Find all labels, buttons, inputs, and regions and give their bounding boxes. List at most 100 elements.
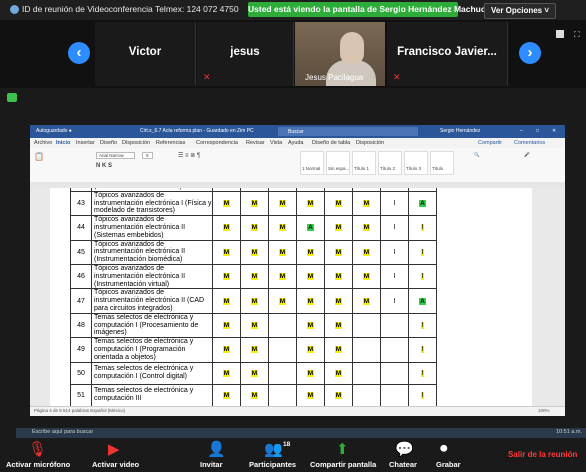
table-row: 51 Temas selectos de electrónica y comput… bbox=[70, 383, 437, 406]
style-titulo[interactable]: Título bbox=[430, 151, 454, 175]
rating-cell: M bbox=[352, 215, 381, 241]
rating-cell: M bbox=[212, 190, 241, 217]
share-screen-button[interactable]: Compartir pantalla bbox=[310, 460, 376, 469]
style-titulo-2[interactable]: Título 2 bbox=[378, 151, 402, 175]
style-normal[interactable]: 1 Normal bbox=[300, 151, 324, 175]
participant-tile[interactable]: Victor bbox=[95, 22, 196, 86]
rating-mark: I bbox=[393, 199, 396, 207]
word-window: Autoguardado ● Cirt.x_6.7 Acta reforma p… bbox=[30, 125, 565, 416]
leave-meeting-button[interactable]: Salir de la reunión bbox=[508, 450, 577, 459]
rating-cell: M bbox=[296, 190, 325, 217]
participant-tile[interactable]: Francisco Javier... ✕ bbox=[387, 22, 508, 86]
word-title-bar: Autoguardado ● Cirt.x_6.7 Acta reforma p… bbox=[30, 125, 565, 138]
rating-mark: M bbox=[334, 321, 343, 329]
style-titulo-1[interactable]: Título 1 bbox=[352, 151, 376, 175]
rating-cell: M bbox=[352, 263, 381, 290]
rating-cell: I bbox=[408, 361, 437, 385]
rating-cell: M bbox=[212, 337, 241, 363]
mic-muted-icon[interactable]: 🎙 bbox=[28, 440, 47, 458]
tab-disposicion-tabla[interactable]: Disposición bbox=[356, 140, 384, 146]
dictate-icon[interactable]: 🎤 bbox=[524, 152, 530, 158]
tab-diseno[interactable]: Diseño bbox=[100, 140, 117, 146]
gallery-view-icon[interactable] bbox=[556, 30, 564, 38]
style-sin-espaciado[interactable]: Sin espa... bbox=[326, 151, 350, 175]
invite-icon[interactable]: 👤 bbox=[207, 440, 226, 458]
maximize-icon[interactable]: □ bbox=[536, 128, 539, 134]
next-page-icon[interactable]: › bbox=[519, 42, 541, 64]
fullscreen-icon[interactable]: ⛶ bbox=[574, 30, 582, 39]
invite-button[interactable]: Invitar bbox=[200, 460, 223, 469]
autosave-toggle[interactable]: Autoguardado ● bbox=[36, 128, 72, 134]
font-size-select[interactable]: 9 bbox=[142, 152, 153, 159]
start-video-button[interactable]: Activar video bbox=[92, 460, 139, 469]
tab-disposicion[interactable]: Disposición bbox=[122, 140, 150, 146]
prev-page-icon[interactable]: ‹ bbox=[68, 42, 90, 64]
zoom-level[interactable]: 100% bbox=[538, 408, 550, 413]
rating-cell: M bbox=[296, 288, 325, 314]
screen-share-banner: Usted está viendo la pantalla de Sergio … bbox=[248, 2, 490, 17]
rating-cell: M bbox=[324, 288, 353, 314]
chat-icon[interactable]: 💬 bbox=[395, 440, 414, 458]
tab-vista[interactable]: Vista bbox=[270, 140, 282, 146]
participant-tile[interactable]: jesus ✕ bbox=[197, 22, 294, 86]
evaluation-table: (Sistemas de comunicación)43Tópicos avan… bbox=[70, 188, 437, 406]
rating-cell: I bbox=[380, 190, 409, 217]
bold-icon[interactable]: N K S bbox=[96, 163, 112, 169]
rating-mark: M bbox=[362, 297, 371, 305]
font-name-select[interactable]: Arial Narrow bbox=[96, 152, 135, 159]
row-number: 49 bbox=[70, 337, 92, 363]
rating-mark: M bbox=[222, 369, 231, 377]
rating-cell: M bbox=[324, 383, 353, 406]
participants-button[interactable]: Participantes bbox=[249, 460, 296, 469]
participant-name: Jesus Pacilagua bbox=[305, 73, 364, 82]
tab-ayuda[interactable]: Ayuda bbox=[288, 140, 304, 146]
document-page[interactable]: (Sistemas de comunicación)43Tópicos avan… bbox=[50, 188, 532, 406]
unmute-button[interactable]: Activar micrófono bbox=[6, 460, 70, 469]
taskbar-search[interactable]: Escribe aquí para buscar bbox=[32, 429, 93, 435]
video-off-icon[interactable]: ▶ bbox=[108, 440, 120, 458]
tab-inicio[interactable]: Inicio bbox=[56, 140, 70, 146]
tab-correspondencia[interactable]: Correspondencia bbox=[196, 140, 238, 146]
rating-cell: M bbox=[212, 288, 241, 314]
rating-mark: M bbox=[334, 391, 343, 399]
rating-mark: M bbox=[306, 321, 315, 329]
comments-button[interactable]: Comentarios bbox=[514, 140, 545, 146]
rating-cell: M bbox=[240, 215, 269, 241]
rating-cell: M bbox=[268, 288, 297, 314]
rating-cell: M bbox=[212, 215, 241, 241]
word-search-box[interactable]: Buscar bbox=[278, 127, 418, 136]
record-icon[interactable]: ⏺ bbox=[440, 440, 448, 457]
rating-cell: M bbox=[240, 361, 269, 385]
rating-mark: M bbox=[250, 248, 259, 256]
rating-cell bbox=[268, 361, 297, 385]
paragraph-tools-icon[interactable]: ☰ ≡ ≣ ¶ bbox=[178, 152, 200, 159]
rating-mark: M bbox=[222, 248, 231, 256]
rating-cell: M bbox=[352, 239, 381, 265]
rating-cell bbox=[380, 361, 409, 385]
record-button[interactable]: Grabar bbox=[436, 460, 461, 469]
participants-icon[interactable]: 👥 bbox=[264, 440, 283, 458]
chat-button[interactable]: Chatear bbox=[389, 460, 417, 469]
tab-archivo[interactable]: Archivo bbox=[34, 140, 52, 146]
tab-diseno-tabla[interactable]: Diseño de tabla bbox=[312, 140, 350, 146]
share-button[interactable]: Compartir bbox=[478, 140, 502, 146]
minimize-icon[interactable]: – bbox=[520, 128, 523, 134]
find-icon[interactable]: 🔍 bbox=[474, 152, 480, 158]
share-screen-icon[interactable]: ⬆ bbox=[336, 440, 349, 458]
tab-revisar[interactable]: Revisar bbox=[246, 140, 265, 146]
rating-cell: M bbox=[296, 239, 325, 265]
table-row: 46 Tópicos avanzados de instrumentación e… bbox=[70, 263, 437, 290]
view-options-button[interactable]: Ver Opciones ˅ bbox=[484, 3, 556, 19]
rating-mark: M bbox=[250, 199, 259, 207]
paste-icon[interactable]: 📋 bbox=[34, 152, 44, 161]
rating-cell: I bbox=[380, 263, 409, 290]
rating-cell bbox=[352, 361, 381, 385]
meeting-id-label: ID de reunión de Videoconferencia Telmex… bbox=[22, 4, 239, 14]
style-titulo-3[interactable]: Título 3 bbox=[404, 151, 428, 175]
close-icon[interactable]: ✕ bbox=[552, 128, 556, 134]
meeting-info-icon[interactable] bbox=[10, 5, 19, 14]
tab-referencias[interactable]: Referencias bbox=[156, 140, 185, 146]
rating-mark: M bbox=[278, 273, 287, 281]
course-name: Tópicos avanzados de instrumentación ele… bbox=[91, 190, 213, 217]
tab-insertar[interactable]: Insertar bbox=[76, 140, 95, 146]
